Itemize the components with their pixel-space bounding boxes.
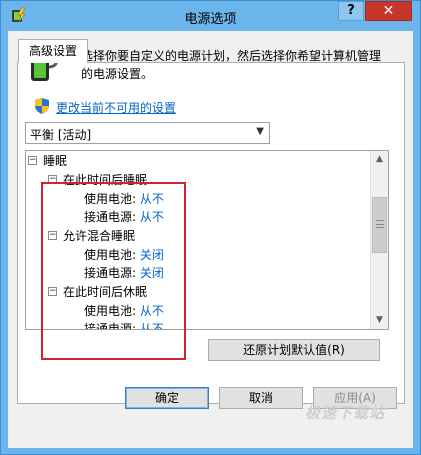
tab-advanced-settings[interactable]: 高级设置 — [18, 39, 88, 63]
setting-value[interactable]: 从不 — [140, 322, 164, 329]
setting-value[interactable]: 关闭 — [140, 248, 164, 262]
setting-label: 使用电池: — [84, 248, 137, 262]
vertical-scrollbar[interactable]: ▲ ▼ — [370, 151, 388, 329]
setting-row-battery[interactable]: 使用电池: 关闭 — [84, 246, 164, 264]
collapse-icon[interactable]: − — [48, 231, 57, 240]
grip-icon — [376, 220, 384, 228]
tree-item-label: 允许混合睡眠 — [63, 229, 136, 243]
uac-shield-icon — [35, 98, 49, 114]
scroll-up-icon[interactable]: ▲ — [371, 151, 388, 168]
tree-item-label: 睡眠 — [43, 154, 68, 168]
setting-row-plugged[interactable]: 接通电源: 从不 — [84, 320, 164, 330]
power-options-window: 电源选项 ? ✕ 高级设置 选择你要自定义的电源计划，然后选择你希望计算机管理的… — [0, 0, 421, 455]
setting-row-battery[interactable]: 使用电池: 从不 — [84, 302, 164, 320]
setting-row-battery[interactable]: 使用电池: 从不 — [84, 190, 164, 208]
setting-value[interactable]: 关闭 — [140, 266, 164, 280]
help-button[interactable]: ? — [338, 1, 364, 21]
chevron-down-icon[interactable]: ▼ — [256, 126, 264, 137]
setting-value[interactable]: 从不 — [140, 210, 164, 224]
collapse-icon[interactable]: − — [48, 175, 57, 184]
description-text: 选择你要自定义的电源计划，然后选择你希望计算机管理的电源设置。 — [81, 49, 382, 81]
setting-value[interactable]: 从不 — [140, 304, 164, 318]
titlebar[interactable]: 电源选项 ? ✕ — [1, 1, 420, 31]
change-unavailable-settings-link[interactable]: 更改当前不可用的设置 — [56, 99, 176, 116]
watermark-text: 极速下载站 — [305, 404, 386, 422]
setting-row-plugged[interactable]: 接通电源: 从不 — [84, 208, 164, 226]
ok-button[interactable]: 确定 — [125, 387, 209, 409]
power-plan-select[interactable]: 平衡 [活动] ▼ — [25, 122, 270, 144]
collapse-icon[interactable]: − — [28, 156, 37, 165]
power-plan-value: 平衡 [活动] — [30, 128, 92, 142]
setting-label: 使用电池: — [84, 304, 137, 318]
setting-label: 接通电源: — [84, 322, 137, 330]
settings-tree[interactable]: − 睡眠 − 在此时间后睡眠 使用电池: 从不 接通电源: 从不 − 允许混合睡… — [25, 150, 389, 330]
collapse-icon[interactable]: − — [48, 287, 57, 296]
tree-item-label: 在此时间后睡眠 — [63, 173, 148, 187]
scroll-down-icon[interactable]: ▼ — [371, 312, 388, 329]
setting-label: 接通电源: — [84, 210, 137, 224]
close-button[interactable]: ✕ — [365, 1, 412, 21]
restore-defaults-button[interactable]: 还原计划默认值(R) — [208, 339, 380, 361]
setting-row-plugged[interactable]: 接通电源: 关闭 — [84, 264, 164, 282]
scroll-thumb[interactable] — [372, 197, 387, 253]
setting-label: 接通电源: — [84, 266, 137, 280]
tree-item-label: 在此时间后休眠 — [63, 285, 148, 299]
cancel-button[interactable]: 取消 — [219, 387, 303, 409]
setting-value[interactable]: 从不 — [140, 192, 164, 206]
setting-label: 使用电池: — [84, 192, 137, 206]
